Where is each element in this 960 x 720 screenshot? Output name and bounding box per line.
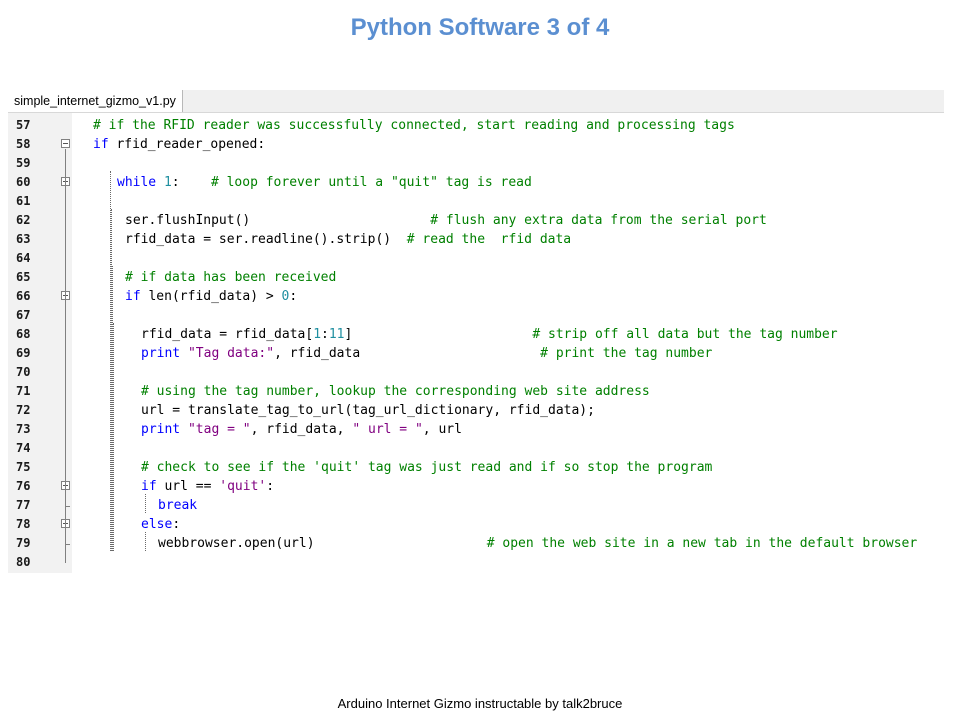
- code-text: if len(rfid_data) > 0:: [125, 289, 298, 304]
- line-number: 59: [16, 156, 31, 170]
- line-number: 68: [16, 327, 31, 341]
- code-line: 78 else:: [8, 515, 944, 534]
- code-text: else:: [141, 517, 181, 532]
- code-line: 58 if rfid_reader_opened:: [8, 135, 944, 154]
- code-editor[interactable]: 57 # if the RFID reader was successfully …: [8, 113, 944, 573]
- code-line: 63 rfid_data = ser.readline().strip() # r…: [8, 230, 944, 249]
- code-text: if rfid_reader_opened:: [93, 137, 266, 152]
- line-number: 77: [16, 498, 31, 512]
- code-line: 69 print "Tag data:", rfid_data # print t…: [8, 344, 944, 363]
- fold-end-tick: [65, 544, 70, 545]
- code-text: # check to see if the 'quit' tag was jus…: [141, 460, 713, 475]
- line-number: 69: [16, 346, 31, 360]
- line-number: 73: [16, 422, 31, 436]
- code-text: rfid_data = rfid_data[1:11] # strip off …: [141, 327, 838, 342]
- slide-footer: Arduino Internet Gizmo instructable by t…: [337, 696, 623, 711]
- code-line: 65 # if data has been received: [8, 268, 944, 287]
- code-text: break: [158, 498, 198, 513]
- line-number: 79: [16, 536, 31, 550]
- code-text: print "Tag data:", rfid_data # print the…: [141, 346, 713, 361]
- line-number: 80: [16, 555, 31, 569]
- line-number: 71: [16, 384, 31, 398]
- line-number: 75: [16, 460, 31, 474]
- code-text: print "tag = ", rfid_data, " url = ", ur…: [141, 422, 462, 437]
- code-line: 61: [8, 192, 944, 211]
- code-line: 70: [8, 363, 944, 382]
- line-number: 65: [16, 270, 31, 284]
- code-text: url = translate_tag_to_url(tag_url_dicti…: [141, 403, 595, 418]
- code-line: 66 if len(rfid_data) > 0:: [8, 287, 944, 306]
- code-line: 67: [8, 306, 944, 325]
- code-line: 57 # if the RFID reader was successfully …: [8, 116, 944, 135]
- code-text: # if the RFID reader was successfully co…: [93, 118, 735, 133]
- code-line: 80: [8, 553, 944, 572]
- slide-title: Python Software 3 of 4: [350, 14, 610, 41]
- file-tab[interactable]: simple_internet_gizmo_v1.py: [8, 90, 183, 112]
- code-line: 77 break: [8, 496, 944, 515]
- code-text: webbrowser.open(url) # open the web site…: [158, 536, 918, 551]
- line-number: 60: [16, 175, 31, 189]
- line-number: 70: [16, 365, 31, 379]
- line-number: 76: [16, 479, 31, 493]
- code-line: 72 url = translate_tag_to_url(tag_url_dic…: [8, 401, 944, 420]
- line-number: 72: [16, 403, 31, 417]
- line-number: 64: [16, 251, 31, 265]
- code-line: 62 ser.flushInput() # flush any extra dat…: [8, 211, 944, 230]
- code-line: 73 print "tag = ", rfid_data, " url = ", …: [8, 420, 944, 439]
- code-line: 68 rfid_data = rfid_data[1:11] # strip of…: [8, 325, 944, 344]
- line-number: 67: [16, 308, 31, 322]
- line-number: 74: [16, 441, 31, 455]
- code-text: ser.flushInput() # flush any extra data …: [125, 213, 767, 228]
- code-line: 71 # using the tag number, lookup the cor…: [8, 382, 944, 401]
- code-line: 59: [8, 154, 944, 173]
- fold-toggle-icon[interactable]: [61, 139, 70, 148]
- line-number: 57: [16, 118, 31, 132]
- editor-tab-bar: simple_internet_gizmo_v1.py: [8, 90, 944, 113]
- code-text: # using the tag number, lookup the corre…: [141, 384, 650, 399]
- line-number: 63: [16, 232, 31, 246]
- indent-guide: [113, 323, 114, 551]
- fold-end-tick: [65, 506, 70, 507]
- line-number: 61: [16, 194, 31, 208]
- line-number: 78: [16, 517, 31, 531]
- code-line: 60 while 1: # loop forever until a "quit"…: [8, 173, 944, 192]
- fold-connector: [65, 149, 66, 563]
- code-line: 76 if url == 'quit':: [8, 477, 944, 496]
- line-number: 62: [16, 213, 31, 227]
- code-line: 79 webbrowser.open(url) # open the web si…: [8, 534, 944, 553]
- indent-guide: [145, 494, 146, 513]
- code-text: # if data has been received: [125, 270, 337, 285]
- line-number: 58: [16, 137, 31, 151]
- code-text: while 1: # loop forever until a "quit" t…: [117, 175, 532, 190]
- code-text: rfid_data = ser.readline().strip() # rea…: [125, 232, 572, 247]
- line-number: 66: [16, 289, 31, 303]
- code-line: 64: [8, 249, 944, 268]
- code-line: 75 # check to see if the 'quit' tag was j…: [8, 458, 944, 477]
- code-text: if url == 'quit':: [141, 479, 275, 494]
- code-line: 74: [8, 439, 944, 458]
- indent-guide: [145, 532, 146, 551]
